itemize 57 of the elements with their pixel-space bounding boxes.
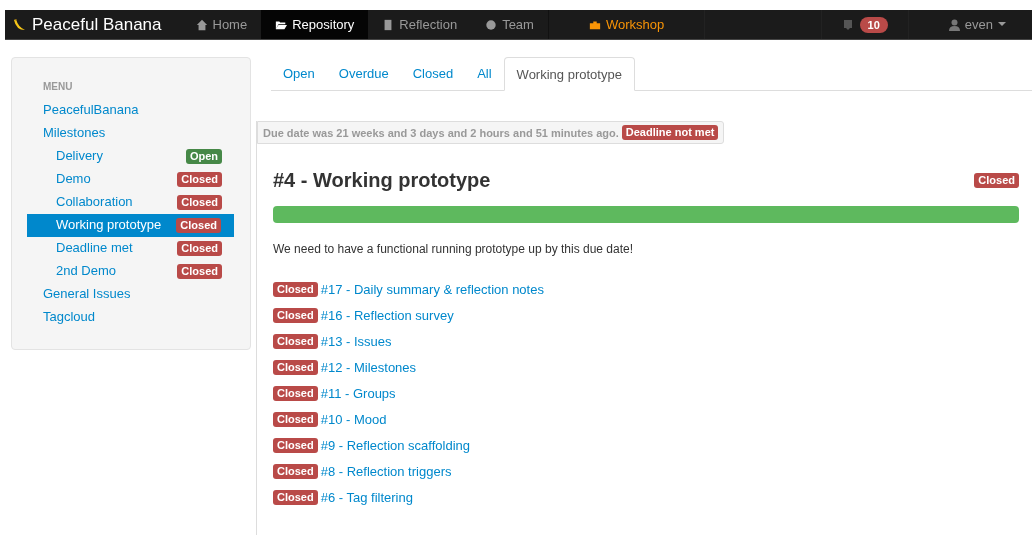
tab[interactable]: Open bbox=[271, 57, 327, 90]
issue-link[interactable]: #16 - Reflection survey bbox=[320, 308, 454, 323]
status-label: Closed bbox=[273, 464, 318, 479]
issue-link[interactable]: #9 - Reflection scaffolding bbox=[320, 438, 471, 453]
status-label: Closed bbox=[177, 240, 222, 256]
status-label: Closed bbox=[273, 334, 318, 349]
issue-link[interactable]: #12 - Milestones bbox=[320, 360, 417, 375]
status-label: Closed bbox=[273, 360, 318, 375]
status-label: Closed bbox=[177, 263, 222, 279]
tab[interactable]: Overdue bbox=[326, 57, 401, 90]
sidebar-item[interactable]: Demo Closed bbox=[27, 168, 234, 191]
status-label: Closed bbox=[177, 194, 222, 210]
nav-link[interactable]: Team bbox=[471, 10, 548, 39]
issue-link[interactable]: #10 - Mood bbox=[320, 412, 387, 427]
milestone-description: We need to have a functional running prototype up by this due date! bbox=[273, 242, 635, 256]
home-icon bbox=[195, 18, 208, 31]
sidebar-item[interactable]: Milestones bbox=[27, 122, 234, 145]
sidebar-item[interactable]: Collaboration Closed bbox=[27, 191, 234, 214]
sidebar-item[interactable]: Delivery Open bbox=[27, 145, 234, 168]
status-label: Closed bbox=[273, 386, 318, 401]
status-label: Closed bbox=[273, 308, 318, 323]
banana-icon bbox=[12, 17, 26, 32]
status-label: Closed bbox=[974, 173, 1019, 188]
tab[interactable]: Working prototype bbox=[503, 57, 635, 91]
menu-heading: MENU bbox=[43, 81, 74, 92]
tab[interactable]: All bbox=[465, 57, 504, 90]
issue-link[interactable]: #13 - Issues bbox=[320, 334, 392, 349]
issue-link[interactable]: #17 - Daily summary & reflection notes bbox=[320, 282, 544, 297]
issue-link[interactable]: #8 - Reflection triggers bbox=[320, 464, 452, 479]
brand-name[interactable]: Peaceful Banana bbox=[32, 14, 162, 35]
status-label: Closed bbox=[273, 412, 318, 427]
status-label: Open bbox=[185, 148, 222, 164]
sidebar-item[interactable]: PeacefulBanana bbox=[27, 99, 234, 122]
due-text: Due date was 21 weeks and 3 days and 2 hours and 51 minutes ago. bbox=[263, 126, 619, 139]
issue-link[interactable]: #6 - Tag filtering bbox=[320, 490, 413, 505]
nav-link[interactable]: Reflection bbox=[368, 10, 472, 39]
milestone-title: #4 - Working prototype bbox=[273, 169, 491, 192]
sidebar-item[interactable]: Working prototype Closed bbox=[27, 214, 234, 237]
status-label: Closed bbox=[273, 490, 318, 505]
tab[interactable]: Closed bbox=[400, 57, 466, 90]
issue-link[interactable]: #11 - Groups bbox=[320, 386, 396, 401]
status-label: Closed bbox=[273, 282, 318, 297]
notification-count: 10 bbox=[859, 16, 888, 33]
caret-icon bbox=[998, 22, 1006, 27]
status-label: Closed bbox=[176, 217, 221, 233]
nav-link[interactable]: Repository bbox=[261, 10, 369, 39]
user-icon bbox=[948, 18, 960, 31]
sidebar-item[interactable]: General Issues bbox=[27, 283, 234, 306]
status-label: Closed bbox=[273, 438, 318, 453]
sidebar-item[interactable]: Deadline met Closed bbox=[27, 237, 234, 260]
sidebar-item[interactable]: Tagcloud bbox=[27, 306, 234, 329]
nav-link[interactable]: Workshop bbox=[547, 10, 706, 39]
status-label: Closed bbox=[177, 171, 222, 187]
nav-link[interactable]: Home bbox=[181, 10, 262, 39]
deadline-label: Deadline not met bbox=[621, 125, 719, 140]
user-menu[interactable]: even bbox=[908, 10, 1032, 39]
sidebar-item[interactable]: 2nd Demo Closed bbox=[27, 260, 234, 283]
